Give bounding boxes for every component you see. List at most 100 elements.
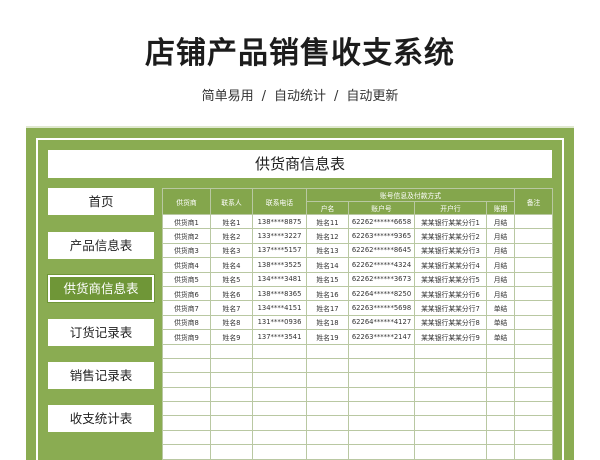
table-cell[interactable]: 供货商9 (162, 329, 211, 345)
table-cell[interactable]: 月结 (485, 271, 516, 287)
table-cell[interactable] (210, 429, 253, 446)
table-cell[interactable] (514, 285, 554, 302)
table-cell[interactable] (485, 401, 516, 417)
table-cell[interactable] (414, 372, 487, 388)
table-cell[interactable] (414, 386, 487, 403)
table-cell[interactable]: 姓名5 (210, 271, 253, 287)
table-cell[interactable]: 131****0936 (252, 314, 307, 331)
table-cell[interactable]: 单结 (485, 314, 516, 331)
table-cell[interactable] (514, 386, 554, 403)
table-cell[interactable] (514, 242, 554, 259)
table-cell[interactable] (514, 314, 554, 331)
table-cell[interactable]: 姓名7 (210, 300, 253, 316)
table-cell[interactable] (306, 429, 349, 446)
table-cell[interactable] (485, 386, 516, 403)
table-cell[interactable]: 姓名14 (306, 257, 349, 273)
nav-home-button[interactable]: 首页 (48, 188, 154, 215)
table-cell[interactable] (306, 386, 349, 403)
table-cell[interactable]: 某某银行某某分行8 (414, 314, 487, 331)
table-cell[interactable] (306, 415, 349, 431)
table-cell[interactable] (210, 444, 253, 460)
table-cell[interactable] (210, 343, 253, 359)
table-cell[interactable] (348, 386, 415, 403)
table-cell[interactable] (210, 372, 253, 388)
table-cell[interactable]: 供货商8 (162, 314, 211, 331)
table-cell[interactable]: 137****3541 (252, 329, 307, 345)
table-cell[interactable] (348, 444, 415, 460)
table-cell[interactable] (210, 386, 253, 403)
nav-finance-button[interactable]: 收支统计表 (48, 405, 154, 432)
table-cell[interactable] (162, 343, 211, 359)
table-cell[interactable] (485, 343, 516, 359)
table-cell[interactable] (162, 386, 211, 403)
table-cell[interactable]: 姓名18 (306, 314, 349, 331)
table-cell[interactable]: 62262******4324 (348, 257, 415, 273)
table-cell[interactable]: 月结 (485, 285, 516, 302)
table-cell[interactable]: 某某银行某某分行9 (414, 329, 487, 345)
table-cell[interactable] (414, 429, 487, 446)
table-cell[interactable] (485, 429, 516, 446)
table-cell[interactable]: 134****4151 (252, 300, 307, 316)
table-cell[interactable] (306, 357, 349, 374)
table-cell[interactable]: 姓名8 (210, 314, 253, 331)
table-cell[interactable] (514, 444, 554, 460)
table-cell[interactable] (485, 357, 516, 374)
table-cell[interactable] (306, 372, 349, 388)
table-cell[interactable]: 月结 (485, 228, 516, 244)
table-cell[interactable]: 62262******3673 (348, 271, 415, 287)
table-cell[interactable]: 月结 (485, 257, 516, 273)
table-cell[interactable]: 姓名3 (210, 242, 253, 259)
table-cell[interactable] (414, 444, 487, 460)
table-cell[interactable] (252, 343, 307, 359)
table-cell[interactable] (514, 271, 554, 287)
table-cell[interactable] (514, 329, 554, 345)
table-cell[interactable] (514, 300, 554, 316)
table-cell[interactable] (210, 401, 253, 417)
table-cell[interactable]: 单结 (485, 329, 516, 345)
table-cell[interactable] (514, 257, 554, 273)
table-cell[interactable] (306, 343, 349, 359)
table-cell[interactable]: 62264******4127 (348, 314, 415, 331)
table-cell[interactable] (348, 401, 415, 417)
table-cell[interactable]: 姓名15 (306, 271, 349, 287)
table-cell[interactable]: 姓名12 (306, 228, 349, 244)
table-cell[interactable]: 62262******6658 (348, 213, 415, 230)
table-cell[interactable]: 62263******9365 (348, 228, 415, 244)
table-cell[interactable]: 137****5157 (252, 242, 307, 259)
table-cell[interactable]: 62263******5698 (348, 300, 415, 316)
table-cell[interactable] (485, 415, 516, 431)
table-cell[interactable] (252, 357, 307, 374)
table-cell[interactable]: 姓名17 (306, 300, 349, 316)
nav-sales-button[interactable]: 销售记录表 (48, 362, 154, 389)
table-cell[interactable]: 供货商5 (162, 271, 211, 287)
table-cell[interactable]: 62263******2147 (348, 329, 415, 345)
table-cell[interactable]: 姓名2 (210, 228, 253, 244)
table-cell[interactable] (210, 415, 253, 431)
table-cell[interactable] (348, 429, 415, 446)
table-cell[interactable] (414, 415, 487, 431)
table-cell[interactable] (162, 444, 211, 460)
table-cell[interactable]: 某某银行某某分行3 (414, 242, 487, 259)
table-cell[interactable] (162, 357, 211, 374)
table-cell[interactable] (514, 429, 554, 446)
table-cell[interactable] (252, 372, 307, 388)
table-cell[interactable]: 某某银行某某分行7 (414, 300, 487, 316)
table-cell[interactable]: 某某银行某某分行2 (414, 228, 487, 244)
table-cell[interactable]: 134****3481 (252, 271, 307, 287)
table-cell[interactable]: 供货商7 (162, 300, 211, 316)
table-cell[interactable] (252, 386, 307, 403)
table-cell[interactable]: 133****3227 (252, 228, 307, 244)
table-cell[interactable] (514, 372, 554, 388)
table-cell[interactable]: 姓名4 (210, 257, 253, 273)
table-cell[interactable]: 供货商1 (162, 213, 211, 230)
table-cell[interactable]: 姓名13 (306, 242, 349, 259)
table-cell[interactable]: 某某银行某某分行5 (414, 271, 487, 287)
table-cell[interactable]: 姓名6 (210, 285, 253, 302)
table-cell[interactable] (514, 401, 554, 417)
table-cell[interactable] (252, 415, 307, 431)
nav-suppliers-button[interactable]: 供货商信息表 (47, 274, 155, 303)
table-cell[interactable] (210, 357, 253, 374)
table-cell[interactable] (485, 372, 516, 388)
table-cell[interactable]: 某某银行某某分行1 (414, 213, 487, 230)
table-cell[interactable] (162, 429, 211, 446)
